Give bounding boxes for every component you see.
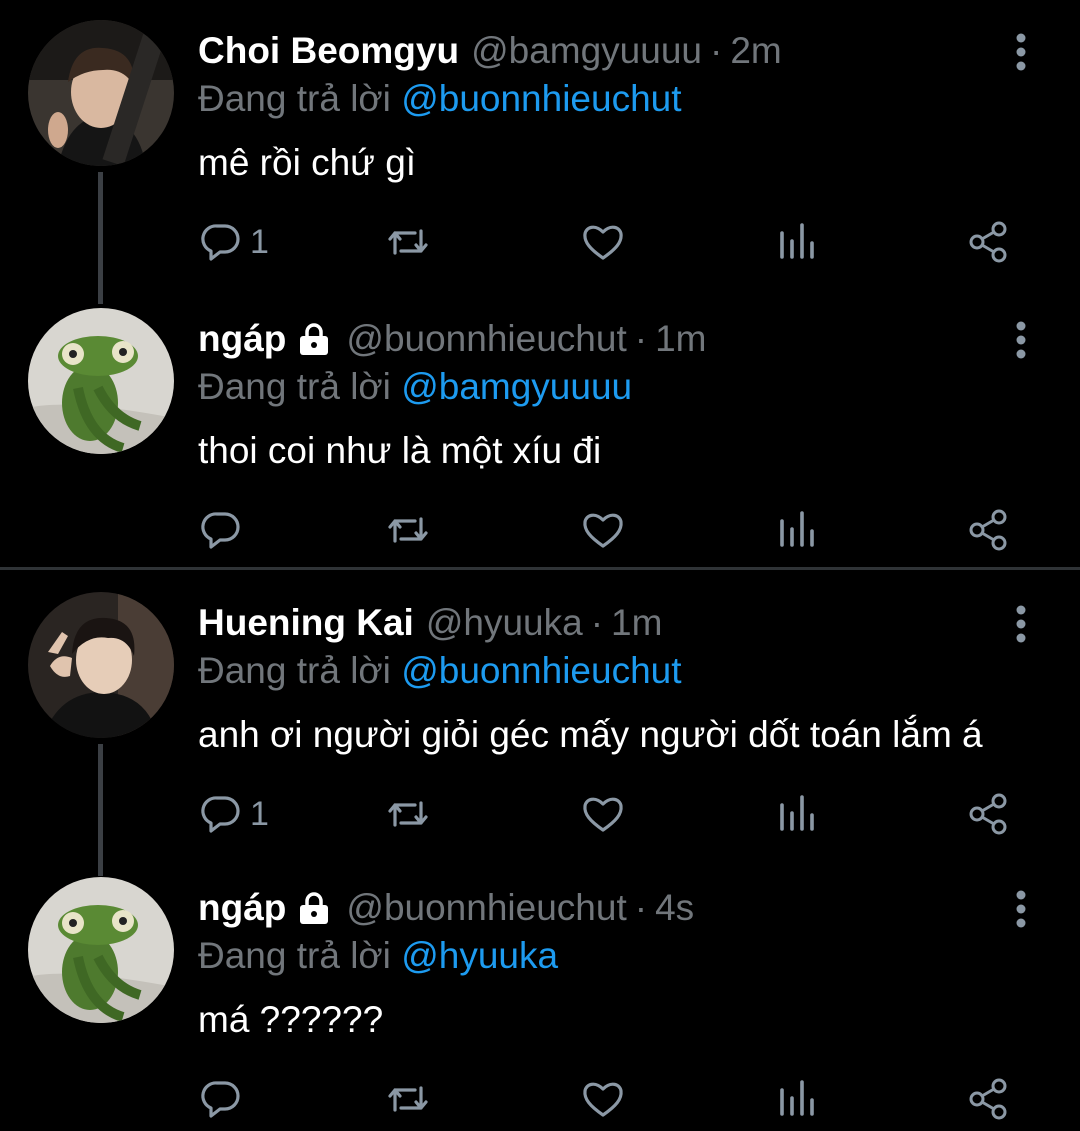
tweet-text: má ??????: [198, 999, 384, 1040]
lock-icon: [300, 892, 329, 924]
display-name[interactable]: ngáp: [198, 316, 286, 362]
timestamp[interactable]: 4s: [655, 885, 694, 931]
like-icon: [583, 1082, 623, 1117]
retweet-icon: [388, 801, 428, 827]
timestamp[interactable]: 1m: [655, 316, 706, 362]
reply-button[interactable]: 1: [198, 212, 269, 272]
replying-to-label: Đang trả lời: [198, 78, 391, 119]
reply-thread-feed: Choi Beomgyu @bamgyuuuu · 2m Đang trả lờ…: [0, 0, 1080, 1131]
action-bar: 1: [0, 212, 1080, 272]
separator: ·: [710, 30, 723, 71]
retweet-icon: [388, 517, 428, 543]
share-button[interactable]: [966, 212, 1012, 272]
user-handle[interactable]: @buonnhieuchut: [346, 885, 626, 931]
tweet-text: anh ơi người giỏi géc mấy người dốt toán…: [198, 714, 983, 755]
reply-count: 1: [250, 222, 269, 261]
like-button[interactable]: [580, 784, 626, 844]
replying-to-label: Đang trả lời: [198, 935, 391, 976]
like-button[interactable]: [580, 500, 626, 560]
views-icon: [780, 223, 814, 259]
views-icon: [780, 1080, 814, 1116]
user-handle[interactable]: @hyuuka: [426, 600, 583, 646]
like-icon: [583, 797, 623, 832]
reply-icon: [201, 796, 240, 833]
separator: ·: [634, 887, 648, 928]
thread-divider: [0, 567, 1080, 570]
display-name[interactable]: Huening Kai: [198, 600, 414, 646]
replying-to: Đang trả lời @buonnhieuchut: [198, 76, 682, 122]
like-button[interactable]: [580, 1069, 626, 1129]
views-button[interactable]: [774, 784, 820, 844]
tweet[interactable]: ngáp @buonnhieuchut · 1m Đang trả lời @b…: [0, 288, 1080, 570]
share-button[interactable]: [966, 784, 1012, 844]
replying-to: Đang trả lời @hyuuka: [198, 933, 558, 979]
avatar[interactable]: [28, 592, 174, 738]
avatar[interactable]: [28, 308, 174, 454]
tweet[interactable]: Huening Kai @hyuuka · 1m Đang trả lời @b…: [0, 572, 1080, 876]
like-button[interactable]: [580, 212, 626, 272]
reply-button[interactable]: [198, 1069, 250, 1129]
avatar[interactable]: [28, 20, 174, 166]
tweet[interactable]: ngáp @buonnhieuchut · 4s Đang trả lời @h…: [0, 857, 1080, 1131]
reply-button[interactable]: 1: [198, 784, 269, 844]
mention-link[interactable]: @hyuuka: [401, 935, 558, 976]
retweet-button[interactable]: [385, 784, 431, 844]
share-icon: [969, 221, 1007, 263]
retweet-icon: [388, 1086, 428, 1112]
timestamp[interactable]: 2m: [730, 28, 781, 74]
tweet-header: Huening Kai @hyuuka · 1m: [198, 600, 662, 646]
mention-link[interactable]: @buonnhieuchut: [401, 650, 681, 691]
mention-link[interactable]: @buonnhieuchut: [401, 78, 681, 119]
replying-to-label: Đang trả lời: [198, 366, 391, 407]
display-name[interactable]: ngáp: [198, 885, 286, 931]
user-handle[interactable]: @bamgyuuuu: [471, 28, 702, 74]
more-options-icon[interactable]: [1006, 889, 1036, 929]
tweet-header: Choi Beomgyu @bamgyuuuu · 2m: [198, 28, 782, 74]
reply-icon: [201, 1081, 240, 1118]
action-bar: [0, 500, 1080, 560]
views-button[interactable]: [774, 1069, 820, 1129]
retweet-icon: [388, 229, 428, 255]
more-options-icon[interactable]: [1006, 320, 1036, 360]
views-button[interactable]: [774, 500, 820, 560]
retweet-button[interactable]: [385, 212, 431, 272]
share-button[interactable]: [966, 1069, 1012, 1129]
replying-to: Đang trả lời @buonnhieuchut: [198, 648, 682, 694]
reply-count: 1: [250, 794, 269, 833]
separator: ·: [590, 602, 604, 643]
tweet-header: ngáp @buonnhieuchut · 1m: [198, 316, 706, 362]
more-options-icon[interactable]: [1006, 32, 1036, 72]
separator: ·: [634, 318, 648, 359]
replying-to: Đang trả lời @bamgyuuuu: [198, 364, 632, 410]
tweet-header: ngáp @buonnhieuchut · 4s: [198, 885, 694, 931]
avatar[interactable]: [28, 877, 174, 1023]
reply-button[interactable]: [198, 500, 250, 560]
lock-icon: [300, 323, 329, 355]
views-icon: [780, 511, 814, 547]
views-icon: [780, 795, 814, 831]
views-button[interactable]: [774, 212, 820, 272]
share-icon: [969, 509, 1007, 551]
like-icon: [583, 513, 623, 548]
tweet-text: thoi coi như là một xíu đi: [198, 430, 602, 471]
reply-icon: [201, 512, 240, 549]
display-name[interactable]: Choi Beomgyu: [198, 28, 459, 74]
action-bar: 1: [0, 784, 1080, 844]
tweet-text: mê rồi chứ gì: [198, 142, 417, 183]
user-handle[interactable]: @buonnhieuchut: [346, 316, 626, 362]
timestamp[interactable]: 1m: [611, 600, 662, 646]
share-icon: [969, 1078, 1007, 1120]
reply-icon: [201, 224, 240, 261]
replying-to-label: Đang trả lời: [198, 650, 391, 691]
tweet[interactable]: Choi Beomgyu @bamgyuuuu · 2m Đang trả lờ…: [0, 0, 1080, 304]
like-icon: [583, 225, 623, 260]
mention-link[interactable]: @bamgyuuuu: [401, 366, 632, 407]
share-icon: [969, 793, 1007, 835]
action-bar: [0, 1069, 1080, 1129]
share-button[interactable]: [966, 500, 1012, 560]
more-options-icon[interactable]: [1006, 604, 1036, 644]
retweet-button[interactable]: [385, 500, 431, 560]
retweet-button[interactable]: [385, 1069, 431, 1129]
